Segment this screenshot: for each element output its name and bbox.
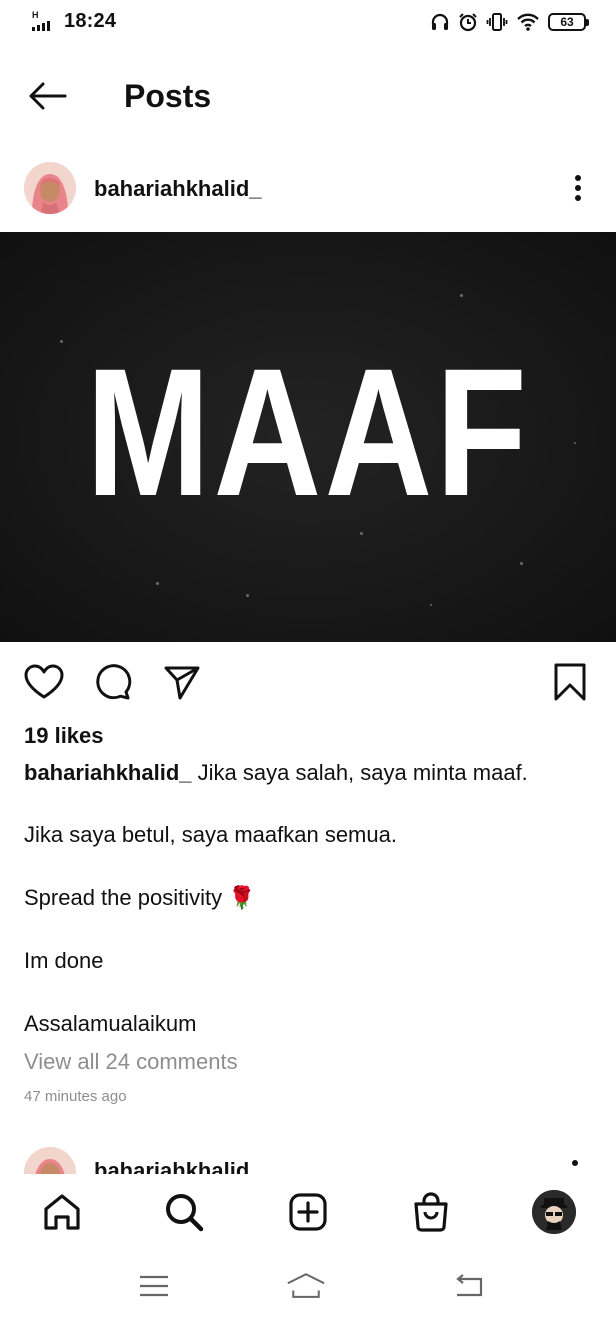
bookmark-icon — [554, 663, 586, 701]
vibrate-icon — [486, 13, 508, 31]
next-post-more-icon[interactable] — [572, 1160, 578, 1166]
system-menu-button[interactable] — [134, 1268, 174, 1304]
back-icon — [456, 1274, 483, 1297]
arrow-left-icon — [29, 82, 67, 110]
save-button[interactable] — [548, 660, 592, 704]
top-bar: Posts — [0, 60, 616, 130]
menu-icon — [140, 1275, 168, 1297]
alarm-icon — [459, 13, 477, 32]
signal-icon: H — [32, 9, 58, 33]
next-post-avatar[interactable] — [24, 1147, 76, 1174]
caption-username[interactable]: bahariahkhalid_ — [24, 760, 192, 785]
page-title: Posts — [124, 78, 212, 114]
post-image[interactable]: MAAF — [0, 232, 616, 642]
user-avatar[interactable] — [24, 162, 76, 214]
post-actions — [0, 660, 616, 710]
nav-profile[interactable] — [530, 1188, 578, 1236]
status-left: H 18:24 — [32, 10, 116, 33]
post-header: bahariahkhalid_ — [0, 158, 616, 220]
battery-icon: 63 — [548, 13, 589, 31]
post-image-text: MAAF — [85, 330, 531, 534]
post-username[interactable]: bahariahkhalid_ — [94, 176, 262, 202]
system-back-button[interactable] — [448, 1268, 488, 1304]
caption-text: Jika saya salah, saya minta maaf. — [197, 760, 528, 785]
likes-count[interactable]: 19 likes — [24, 723, 104, 749]
nav-search[interactable] — [160, 1188, 208, 1236]
send-icon — [164, 666, 200, 700]
more-options-button[interactable] — [568, 170, 588, 206]
next-post-username[interactable]: bahariahkhalid — [94, 1158, 249, 1174]
wifi-icon — [517, 13, 539, 31]
caption-first-line: bahariahkhalid_ Jika saya salah, saya mi… — [24, 759, 604, 787]
caption-line: Assalamualaikum — [24, 1011, 197, 1036]
home-icon — [44, 1194, 80, 1230]
share-button[interactable] — [160, 660, 204, 704]
search-icon — [166, 1194, 204, 1232]
caption-line: Jika saya betul, saya maafkan semua. — [24, 822, 397, 847]
system-navigation — [0, 1256, 616, 1316]
nav-shop[interactable] — [407, 1188, 455, 1236]
profile-avatar — [532, 1190, 576, 1234]
post-timestamp: 47 minutes ago — [24, 1088, 127, 1105]
next-post-header: bahariahkhalid — [0, 1140, 616, 1174]
caption-line: Im done — [24, 948, 104, 973]
avatar-portrait — [24, 162, 76, 214]
create-icon — [289, 1193, 327, 1231]
bottom-navigation — [0, 1174, 616, 1250]
nav-home[interactable] — [38, 1188, 86, 1236]
comment-button[interactable] — [90, 660, 134, 704]
status-right: 63 — [430, 12, 589, 32]
nav-create[interactable] — [284, 1188, 332, 1236]
battery-level: 63 — [560, 15, 574, 29]
home-icon — [287, 1273, 325, 1298]
heart-icon — [24, 664, 64, 699]
system-home-button[interactable] — [286, 1268, 326, 1304]
view-comments-link[interactable]: View all 24 comments — [24, 1049, 238, 1075]
headphones-icon — [431, 13, 449, 30]
shop-icon — [414, 1192, 448, 1232]
status-bar: H 18:24 63 — [0, 0, 616, 48]
clock: 18:24 — [64, 10, 117, 32]
comment-icon — [96, 664, 132, 700]
caption-line: Spread the positivity 🌹 — [24, 885, 256, 910]
network-type: H — [32, 9, 39, 20]
like-button[interactable] — [22, 660, 66, 704]
back-button[interactable] — [22, 74, 72, 118]
